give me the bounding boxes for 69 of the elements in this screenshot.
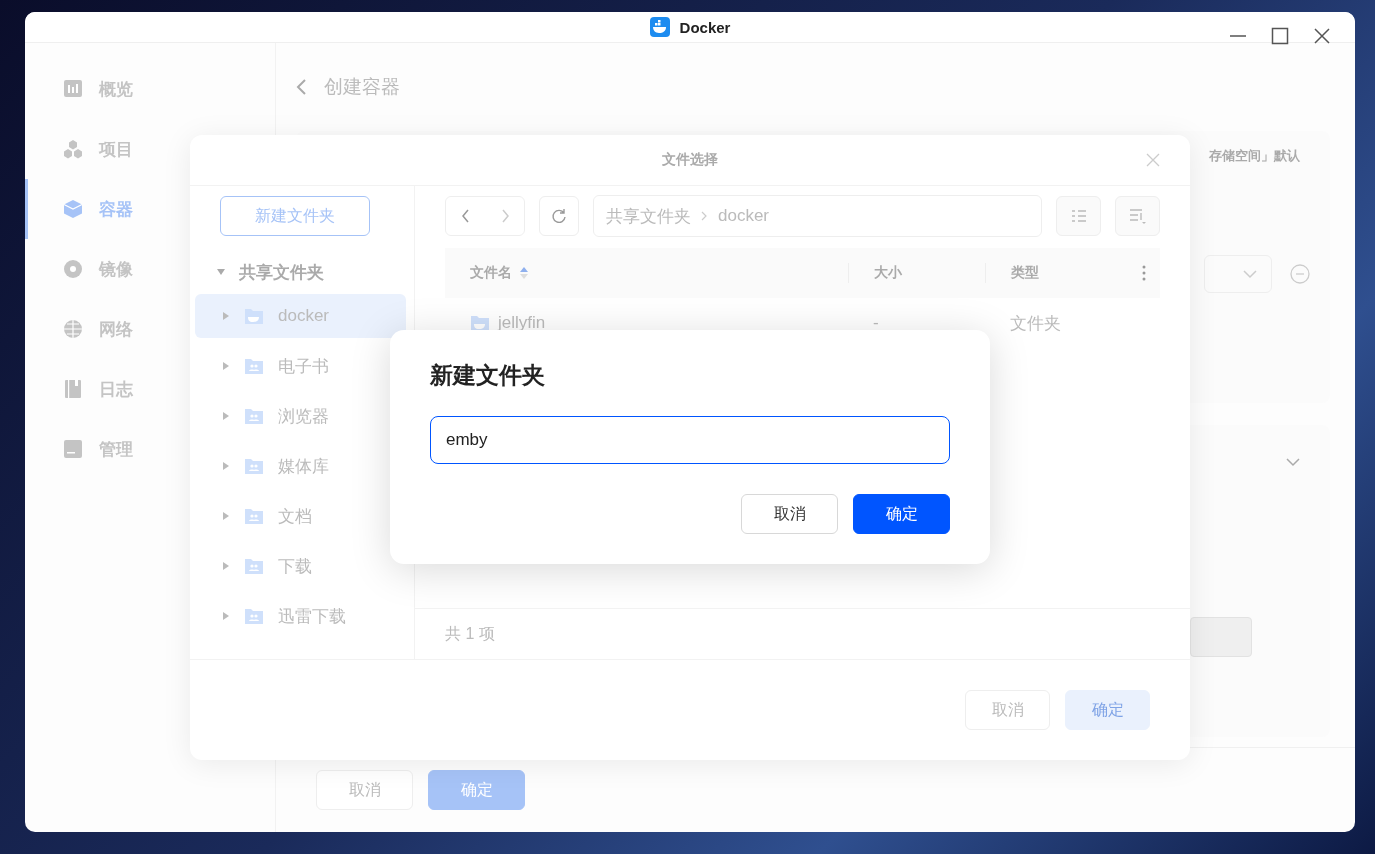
dialog-button[interactable]: 确定 <box>853 494 950 534</box>
caret-icon <box>222 411 230 421</box>
box-icon <box>63 199 83 219</box>
caret-icon <box>216 268 226 276</box>
shared-folder-icon <box>244 407 264 425</box>
caret-icon <box>222 361 230 371</box>
chevron-down-icon <box>1243 269 1257 279</box>
caret-icon <box>222 461 230 471</box>
tree-item[interactable]: 下载 <box>195 544 406 588</box>
table-cell-text: 文件夹 <box>1009 312 1062 335</box>
globe-icon <box>63 319 83 339</box>
input-field[interactable] <box>1190 617 1252 657</box>
dialog-button[interactable]: 取消 <box>741 494 838 534</box>
list-icon <box>1070 209 1087 223</box>
shared-folder-icon <box>244 557 264 575</box>
new-folder-button[interactable]: 新建文件夹 <box>220 196 370 236</box>
page-title: 创建容器 <box>324 75 400 99</box>
monitor-icon <box>63 439 83 459</box>
sidebar-item[interactable]: 项目 <box>25 119 275 179</box>
sort-icon <box>1128 207 1147 225</box>
window-title: Docker <box>679 18 731 36</box>
forward-icon[interactable] <box>499 209 510 223</box>
refresh-button[interactable] <box>539 196 579 236</box>
dialog-button[interactable]: 取消 <box>316 770 413 810</box>
shared-folder-icon <box>244 357 264 375</box>
back-icon[interactable] <box>460 209 471 223</box>
path-field[interactable]: 共享文件夹 docker <box>593 195 1042 237</box>
column-header[interactable]: 文件名 <box>445 263 848 283</box>
book-icon <box>63 379 83 399</box>
shared-folder-icon <box>244 507 264 525</box>
item-count: 共 1 项 <box>415 608 1190 659</box>
caret-icon <box>222 311 230 321</box>
disc-icon <box>63 259 83 279</box>
list-view-button[interactable] <box>1056 196 1101 236</box>
select-field[interactable] <box>1204 255 1272 293</box>
caret-icon <box>222 511 230 521</box>
maximize-icon[interactable] <box>1271 27 1289 45</box>
tree-item[interactable]: 共享文件夹 <box>195 250 406 294</box>
refresh-icon <box>551 208 567 224</box>
dialog-button[interactable]: 取消 <box>965 690 1050 730</box>
minus-circle-icon[interactable] <box>1290 264 1310 284</box>
note-text: 存储空间」默认 <box>1209 147 1300 165</box>
column-header[interactable]: 大小 <box>848 263 985 283</box>
chevron-down-icon[interactable] <box>1286 457 1300 467</box>
chevron-right-icon <box>701 211 708 221</box>
bar-chart-icon <box>63 79 83 99</box>
dialog-title: 新建文件夹 <box>430 361 546 390</box>
sidebar-item[interactable]: 概览 <box>25 59 275 119</box>
more-options-icon[interactable] <box>1142 265 1146 281</box>
caret-icon <box>222 561 230 571</box>
dialog-button[interactable]: 确定 <box>428 770 525 810</box>
caret-icon <box>222 611 230 621</box>
table-cell-text: - <box>872 313 880 333</box>
close-icon[interactable] <box>1313 27 1331 45</box>
dialog-title: 文件选择 <box>662 151 718 169</box>
tree-item[interactable]: 文档 <box>195 494 406 538</box>
tree-item[interactable]: docker <box>195 294 406 338</box>
folder-name-input[interactable]: emby <box>430 416 950 464</box>
breadcrumb-item[interactable]: 共享文件夹 <box>606 204 691 228</box>
tree-item[interactable]: 迅雷下载 <box>195 594 406 638</box>
sort-arrows-icon <box>520 267 528 279</box>
cubes-icon <box>63 139 83 159</box>
docker-folder-icon <box>244 307 264 325</box>
whale-logo-icon <box>649 17 670 37</box>
shared-folder-icon <box>244 457 264 475</box>
shared-folder-icon <box>244 607 264 625</box>
breadcrumb-item[interactable]: docker <box>718 206 770 226</box>
file-name-cell[interactable]: jellyfin <box>445 313 848 333</box>
sort-button[interactable] <box>1115 196 1160 236</box>
